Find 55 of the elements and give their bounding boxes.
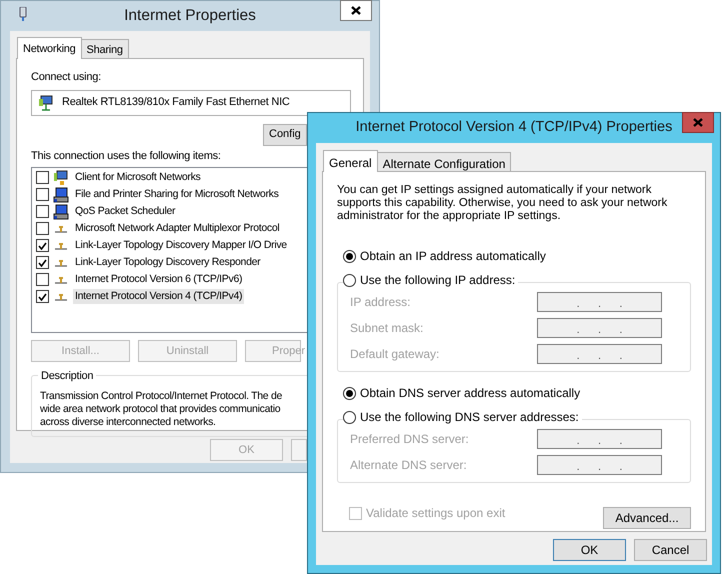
close-button[interactable]: [340, 0, 372, 21]
list-item[interactable]: Internet Protocol Version 4 (TCP/IPv4): [73, 288, 244, 304]
radio-button[interactable]: [343, 410, 356, 424]
window-title: Internet Protocol Version 4 (TCP/IPv4) Properties: [354, 118, 674, 138]
tab[interactable]: General: [323, 150, 378, 172]
tab[interactable]: Alternate Configuration: [376, 152, 512, 171]
list-item[interactable]: Internet Protocol Version 6 (TCP/IPv6): [73, 272, 244, 288]
radio-label[interactable]: Obtain DNS server address automatically: [360, 384, 580, 402]
list-item[interactable]: Link-Layer Topology Discovery Responder: [73, 254, 262, 270]
network-adapter-icon: [38, 94, 54, 110]
field-label: Subnet mask:: [350, 320, 424, 337]
radio-label[interactable]: Use the following DNS server addresses:: [360, 408, 579, 426]
close-icon: [693, 118, 703, 127]
intro-text: You can get IP settings assigned automatically if your network supports this capability. Otherwise, you need to ask your network administrator for the appropriate IP settings.: [337, 184, 668, 223]
advanced-button[interactable]: Advanced...: [603, 507, 691, 529]
computer-network-icon: [53, 170, 69, 186]
field-label: Alternate DNS server:: [350, 457, 467, 474]
configure-button[interactable]: Config: [263, 124, 307, 146]
checkbox[interactable]: [36, 239, 49, 252]
field-label: Default gateway:: [350, 346, 440, 363]
window-title: Intermet Properties: [123, 6, 257, 26]
checkbox[interactable]: [36, 171, 49, 184]
description-text: wide area network protocol that provides communicatio: [40, 403, 280, 416]
list-item[interactable]: Client for Microsoft Networks: [73, 170, 202, 186]
computer-icon: [53, 186, 69, 202]
field-label: Preferred DNS server:: [350, 431, 469, 448]
list-item[interactable]: Microsoft Network Adapter Multiplexor Protocol: [73, 220, 282, 236]
tab[interactable]: Networking: [17, 37, 82, 59]
dialog-button[interactable]: Cancel: [634, 539, 707, 561]
checkbox[interactable]: [36, 205, 49, 218]
computer-icon: [53, 204, 69, 220]
field-label: Connect using:: [31, 70, 102, 85]
list-item[interactable]: Link-Layer Topology Discovery Mapper I/O Drive: [73, 238, 289, 254]
radio-button[interactable]: [343, 386, 356, 400]
checkbox[interactable]: [36, 256, 49, 269]
adapter-name: Realtek RTL8139/810x Family Fast Ethernet NIC: [62, 95, 290, 110]
radio-button[interactable]: [343, 250, 356, 262]
field-label: IP address:: [350, 294, 410, 311]
radio-label[interactable]: Obtain an IP address automatically: [360, 247, 546, 265]
list-item[interactable]: QoS Packet Scheduler: [73, 204, 178, 220]
dialog-button[interactable]: OK: [553, 539, 626, 561]
description-text: across diverse interconnected networks.: [40, 416, 216, 429]
group-legend: Description: [38, 368, 96, 384]
close-icon: [351, 6, 361, 15]
tab[interactable]: Sharing: [80, 39, 129, 58]
network-adapter-icon: [19, 7, 27, 21]
description-text: Transmission Control Protocol/Internet Protocol. The de: [40, 390, 282, 403]
list-item[interactable]: File and Printer Sharing for Microsoft Networks: [73, 186, 281, 202]
checkbox[interactable]: [36, 188, 49, 201]
checkbox[interactable]: [36, 222, 49, 235]
radio-button[interactable]: [343, 274, 356, 286]
checkbox[interactable]: [36, 273, 49, 286]
checkbox[interactable]: [36, 290, 49, 303]
check-icon: [38, 292, 47, 300]
radio-label[interactable]: Use the following IP address:: [360, 271, 516, 289]
